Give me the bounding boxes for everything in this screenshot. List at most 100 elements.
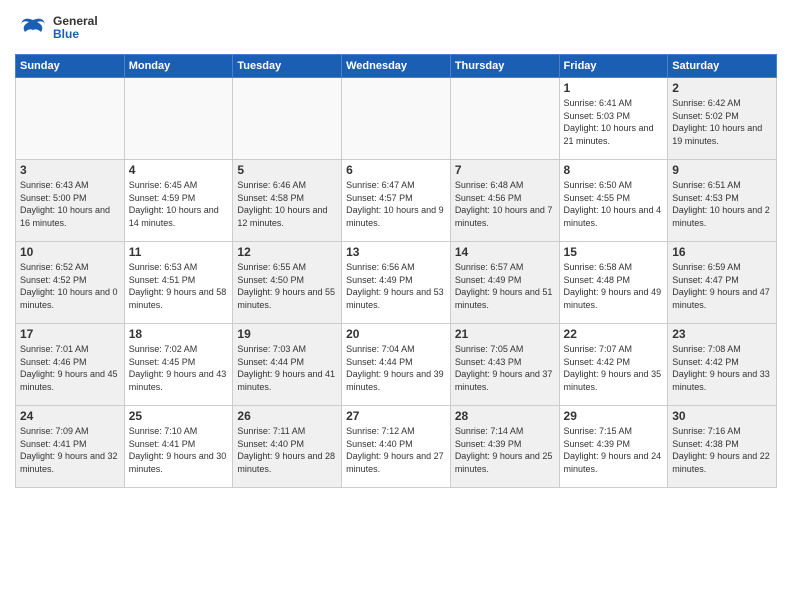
calendar-day-cell: 23 Sunrise: 7:08 AM Sunset: 4:42 PM Dayli… — [668, 324, 777, 406]
day-info: Sunrise: 6:53 AM Sunset: 4:51 PM Dayligh… — [129, 261, 229, 311]
day-info: Sunrise: 7:11 AM Sunset: 4:40 PM Dayligh… — [237, 425, 337, 475]
day-number: 11 — [129, 245, 229, 259]
weekday-header: Tuesday — [233, 55, 342, 78]
day-number: 18 — [129, 327, 229, 341]
calendar-day-cell: 3 Sunrise: 6:43 AM Sunset: 5:00 PM Daylig… — [16, 160, 125, 242]
day-info: Sunrise: 6:58 AM Sunset: 4:48 PM Dayligh… — [564, 261, 664, 311]
day-info: Sunrise: 6:42 AM Sunset: 5:02 PM Dayligh… — [672, 97, 772, 147]
day-info: Sunrise: 7:01 AM Sunset: 4:46 PM Dayligh… — [20, 343, 120, 393]
day-number: 1 — [564, 81, 664, 95]
day-number: 17 — [20, 327, 120, 341]
calendar-day-cell: 28 Sunrise: 7:14 AM Sunset: 4:39 PM Dayli… — [450, 406, 559, 488]
day-info: Sunrise: 7:16 AM Sunset: 4:38 PM Dayligh… — [672, 425, 772, 475]
day-info: Sunrise: 6:47 AM Sunset: 4:57 PM Dayligh… — [346, 179, 446, 229]
calendar-day-cell: 2 Sunrise: 6:42 AM Sunset: 5:02 PM Daylig… — [668, 78, 777, 160]
calendar-day-cell: 26 Sunrise: 7:11 AM Sunset: 4:40 PM Dayli… — [233, 406, 342, 488]
page-header: General Blue — [15, 10, 777, 46]
calendar-day-cell — [16, 78, 125, 160]
calendar-day-cell: 14Sunrise: 6:57 AM Sunset: 4:49 PM Dayli… — [450, 242, 559, 324]
day-info: Sunrise: 6:45 AM Sunset: 4:59 PM Dayligh… — [129, 179, 229, 229]
weekday-header: Wednesday — [342, 55, 451, 78]
day-info: Sunrise: 7:15 AM Sunset: 4:39 PM Dayligh… — [564, 425, 664, 475]
weekday-header: Monday — [124, 55, 233, 78]
day-number: 28 — [455, 409, 555, 423]
calendar-week-row: 17 Sunrise: 7:01 AM Sunset: 4:46 PM Dayli… — [16, 324, 777, 406]
logo: General Blue — [15, 10, 98, 46]
day-info: Sunrise: 7:14 AM Sunset: 4:39 PM Dayligh… — [455, 425, 555, 475]
calendar-day-cell: 17 Sunrise: 7:01 AM Sunset: 4:46 PM Dayli… — [16, 324, 125, 406]
calendar-day-cell: 24Sunrise: 7:09 AM Sunset: 4:41 PM Dayli… — [16, 406, 125, 488]
day-number: 5 — [237, 163, 337, 177]
calendar-day-cell: 11 Sunrise: 6:53 AM Sunset: 4:51 PM Dayli… — [124, 242, 233, 324]
weekday-header: Friday — [559, 55, 668, 78]
day-number: 7 — [455, 163, 555, 177]
calendar-week-row: 24Sunrise: 7:09 AM Sunset: 4:41 PM Dayli… — [16, 406, 777, 488]
day-info: Sunrise: 7:12 AM Sunset: 4:40 PM Dayligh… — [346, 425, 446, 475]
calendar-day-cell: 20 Sunrise: 7:04 AM Sunset: 4:44 PM Dayli… — [342, 324, 451, 406]
day-info: Sunrise: 7:10 AM Sunset: 4:41 PM Dayligh… — [129, 425, 229, 475]
day-info: Sunrise: 7:09 AM Sunset: 4:41 PM Dayligh… — [20, 425, 120, 475]
calendar-day-cell — [233, 78, 342, 160]
calendar-day-cell: 8Sunrise: 6:50 AM Sunset: 4:55 PM Daylig… — [559, 160, 668, 242]
day-info: Sunrise: 6:43 AM Sunset: 5:00 PM Dayligh… — [20, 179, 120, 229]
day-number: 20 — [346, 327, 446, 341]
calendar-day-cell: 21Sunrise: 7:05 AM Sunset: 4:43 PM Dayli… — [450, 324, 559, 406]
calendar-day-cell: 27Sunrise: 7:12 AM Sunset: 4:40 PM Dayli… — [342, 406, 451, 488]
day-info: Sunrise: 7:02 AM Sunset: 4:45 PM Dayligh… — [129, 343, 229, 393]
day-info: Sunrise: 7:08 AM Sunset: 4:42 PM Dayligh… — [672, 343, 772, 393]
day-info: Sunrise: 6:55 AM Sunset: 4:50 PM Dayligh… — [237, 261, 337, 311]
day-number: 25 — [129, 409, 229, 423]
calendar-day-cell: 13Sunrise: 6:56 AM Sunset: 4:49 PM Dayli… — [342, 242, 451, 324]
day-info: Sunrise: 7:04 AM Sunset: 4:44 PM Dayligh… — [346, 343, 446, 393]
day-number: 21 — [455, 327, 555, 341]
day-number: 23 — [672, 327, 772, 341]
day-number: 14 — [455, 245, 555, 259]
calendar-day-cell: 9 Sunrise: 6:51 AM Sunset: 4:53 PM Daylig… — [668, 160, 777, 242]
day-number: 26 — [237, 409, 337, 423]
day-number: 30 — [672, 409, 772, 423]
day-info: Sunrise: 6:56 AM Sunset: 4:49 PM Dayligh… — [346, 261, 446, 311]
calendar-week-row: 1 Sunrise: 6:41 AM Sunset: 5:03 PM Daylig… — [16, 78, 777, 160]
day-info: Sunrise: 6:48 AM Sunset: 4:56 PM Dayligh… — [455, 179, 555, 229]
day-info: Sunrise: 6:41 AM Sunset: 5:03 PM Dayligh… — [564, 97, 664, 147]
logo-text-blue: Blue — [53, 28, 98, 41]
day-number: 3 — [20, 163, 120, 177]
calendar-day-cell: 10 Sunrise: 6:52 AM Sunset: 4:52 PM Dayli… — [16, 242, 125, 324]
day-number: 4 — [129, 163, 229, 177]
day-info: Sunrise: 6:51 AM Sunset: 4:53 PM Dayligh… — [672, 179, 772, 229]
calendar-day-cell: 7 Sunrise: 6:48 AM Sunset: 4:56 PM Daylig… — [450, 160, 559, 242]
calendar-day-cell: 4 Sunrise: 6:45 AM Sunset: 4:59 PM Daylig… — [124, 160, 233, 242]
day-info: Sunrise: 6:59 AM Sunset: 4:47 PM Dayligh… — [672, 261, 772, 311]
day-number: 22 — [564, 327, 664, 341]
calendar-day-cell: 22 Sunrise: 7:07 AM Sunset: 4:42 PM Dayli… — [559, 324, 668, 406]
calendar-day-cell: 6Sunrise: 6:47 AM Sunset: 4:57 PM Daylig… — [342, 160, 451, 242]
weekday-header: Thursday — [450, 55, 559, 78]
day-number: 12 — [237, 245, 337, 259]
calendar-week-row: 3 Sunrise: 6:43 AM Sunset: 5:00 PM Daylig… — [16, 160, 777, 242]
calendar-day-cell: 30 Sunrise: 7:16 AM Sunset: 4:38 PM Dayli… — [668, 406, 777, 488]
calendar-day-cell: 12 Sunrise: 6:55 AM Sunset: 4:50 PM Dayli… — [233, 242, 342, 324]
day-info: Sunrise: 7:07 AM Sunset: 4:42 PM Dayligh… — [564, 343, 664, 393]
day-number: 10 — [20, 245, 120, 259]
calendar-day-cell: 16Sunrise: 6:59 AM Sunset: 4:47 PM Dayli… — [668, 242, 777, 324]
day-number: 19 — [237, 327, 337, 341]
day-number: 8 — [564, 163, 664, 177]
calendar-day-cell: 18 Sunrise: 7:02 AM Sunset: 4:45 PM Dayli… — [124, 324, 233, 406]
weekday-header: Saturday — [668, 55, 777, 78]
logo-container: General Blue — [15, 10, 98, 46]
calendar-day-cell: 15Sunrise: 6:58 AM Sunset: 4:48 PM Dayli… — [559, 242, 668, 324]
day-number: 29 — [564, 409, 664, 423]
day-number: 2 — [672, 81, 772, 95]
weekday-header-row: SundayMondayTuesdayWednesdayThursdayFrid… — [16, 55, 777, 78]
calendar-day-cell: 5Sunrise: 6:46 AM Sunset: 4:58 PM Daylig… — [233, 160, 342, 242]
logo-bird-icon — [15, 10, 51, 46]
day-info: Sunrise: 6:52 AM Sunset: 4:52 PM Dayligh… — [20, 261, 120, 311]
calendar-day-cell — [124, 78, 233, 160]
calendar-day-cell: 1 Sunrise: 6:41 AM Sunset: 5:03 PM Daylig… — [559, 78, 668, 160]
calendar-day-cell: 29 Sunrise: 7:15 AM Sunset: 4:39 PM Dayli… — [559, 406, 668, 488]
day-info: Sunrise: 7:03 AM Sunset: 4:44 PM Dayligh… — [237, 343, 337, 393]
calendar-day-cell: 19 Sunrise: 7:03 AM Sunset: 4:44 PM Dayli… — [233, 324, 342, 406]
day-number: 9 — [672, 163, 772, 177]
calendar-day-cell: 25 Sunrise: 7:10 AM Sunset: 4:41 PM Dayli… — [124, 406, 233, 488]
weekday-header: Sunday — [16, 55, 125, 78]
